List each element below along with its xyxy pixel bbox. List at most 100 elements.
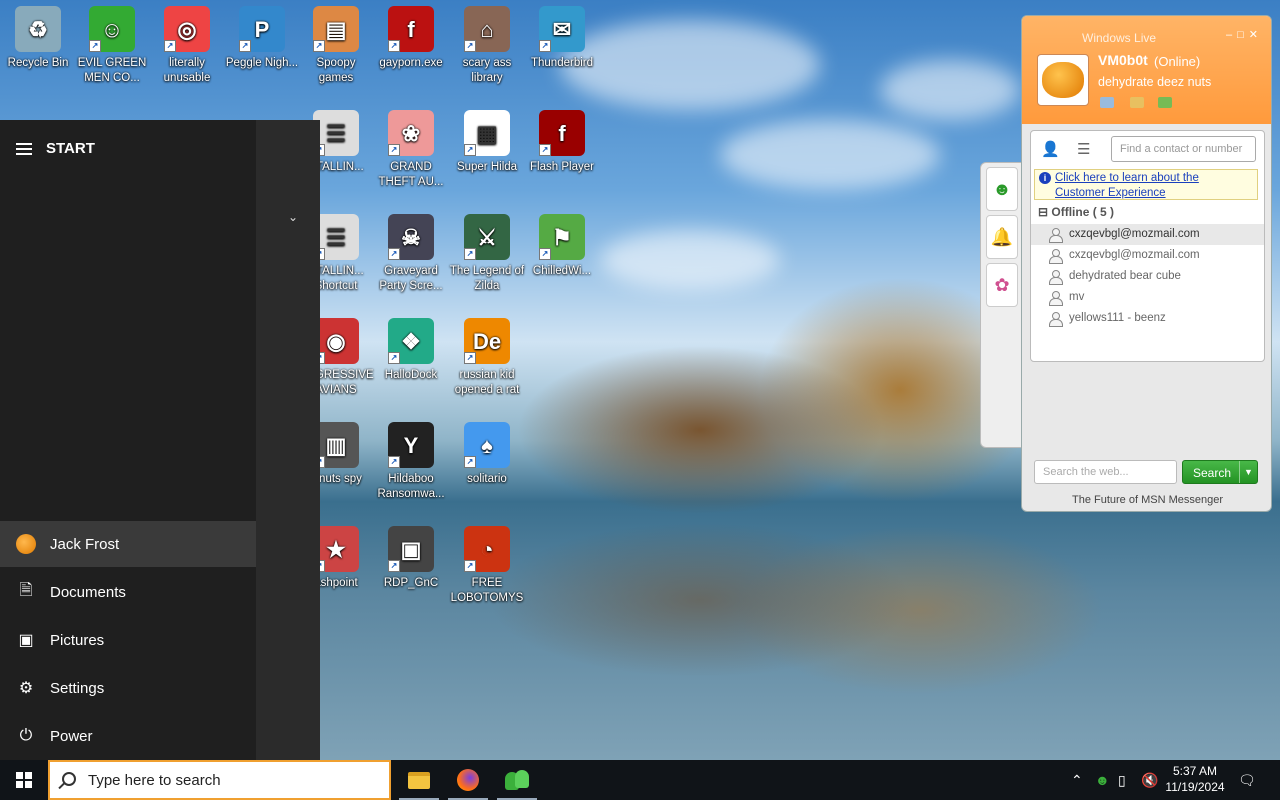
desktop-shortcut[interactable]: ☺ ↗ EVIL GREEN MEN CO... [74, 6, 150, 86]
shortcut-arrow-icon: ↗ [539, 40, 551, 52]
desktop-shortcut[interactable]: ☠ ↗ Graveyard Party Scre... [373, 214, 449, 294]
file-explorer-icon[interactable] [395, 760, 443, 800]
power-icon: ⏻ [19, 727, 33, 744]
peggle-icon: P ↗ [239, 6, 285, 52]
volume-muted-icon[interactable]: 🔇 [1141, 760, 1158, 800]
contact-list-panel: 👤 ☰ Find a contact or number i Click her… [1030, 130, 1265, 362]
search-dropdown-icon[interactable]: ▼ [1239, 461, 1257, 483]
info-link-text[interactable]: Click here to learn about the Customer E… [1055, 172, 1199, 199]
desktop-shortcut[interactable]: Y ↗ Hildaboo Ransomwa... [373, 422, 449, 502]
start-item-settings[interactable]: ⚙ Settings [0, 665, 256, 711]
search-button-label: Search [1193, 466, 1232, 480]
shortcut-arrow-icon: ↗ [464, 144, 476, 156]
show-hidden-icons-chevron-icon[interactable]: ⌃ [1071, 760, 1083, 800]
desktop-shortcut-label: EVIL GREEN MEN CO... [77, 57, 147, 84]
shortcut-arrow-icon: ↗ [388, 144, 400, 156]
desktop-shortcut[interactable]: ⚔ ↗ The Legend of Zilda [449, 214, 525, 294]
user-avatar-icon [16, 534, 36, 554]
display-picture[interactable] [1037, 54, 1089, 106]
contact-item[interactable]: cxzqevbgl@mozmail.com [1031, 245, 1264, 266]
gauge-icon: ◔ ↗ [464, 526, 510, 572]
spaces-tab-icon[interactable]: ✿ [986, 263, 1018, 307]
desktop-shortcut[interactable]: ⚑ ↗ ChilledWi... [524, 214, 600, 279]
msn-header: Windows Live –□✕ VM0b0t (Online) dehydra… [1022, 16, 1271, 124]
offline-group-header[interactable]: ⊟ Offline ( 5 ) [1038, 205, 1114, 219]
personal-message[interactable]: dehydrate deez nuts [1098, 75, 1211, 89]
contact-person-icon [1049, 270, 1063, 285]
desktop-shortcut[interactable]: ◎ ↗ literally unusable [149, 6, 225, 86]
document-icon: 🗎 [19, 581, 33, 599]
contact-item[interactable]: cxzqevbgl@mozmail.com [1031, 224, 1264, 245]
contact-item[interactable]: yellows111 - beenz [1031, 308, 1264, 329]
desktop-shortcut[interactable]: ▣ ↗ RDP_GnC [373, 526, 449, 591]
desktop-shortcut[interactable]: ◔ ↗ FREE LOBOTOMYS [449, 526, 525, 606]
windows-live-icon[interactable] [1158, 97, 1172, 108]
start-item-documents[interactable]: 🗎 Documents [0, 569, 256, 615]
hamburger-menu-icon[interactable] [16, 142, 32, 155]
desktop-shortcut[interactable]: ▦ ↗ Super Hilda [449, 110, 525, 175]
taskbar-clock[interactable]: 5:37 AM 11/19/2024 [1160, 763, 1230, 795]
add-contact-icon[interactable]: 👤 [1041, 140, 1060, 158]
network-icon[interactable]: ▯ [1118, 760, 1126, 800]
shortcut-arrow-icon: ↗ [313, 40, 325, 52]
desktop-shortcut-label: Thunderbird [530, 57, 593, 69]
start-item-user[interactable]: Jack Frost [0, 521, 256, 567]
start-item-pictures[interactable]: ▣ Pictures [0, 617, 256, 663]
desktop-shortcut[interactable]: ✉ ↗ Thunderbird [524, 6, 600, 71]
alerts-tab-icon[interactable]: 🔔 [986, 215, 1018, 259]
taskbar: Type here to search ⌃ ☻ ▯ 🔇 5:37 AM 11/1… [0, 760, 1280, 800]
notifications-icon[interactable]: 🗨 [1238, 760, 1256, 800]
list-options-icon[interactable]: ☰ [1077, 140, 1090, 158]
firefox-icon[interactable] [444, 760, 492, 800]
customer-experience-link[interactable]: i Click here to learn about the Customer… [1034, 169, 1258, 200]
start-menu-header[interactable]: START [16, 140, 95, 157]
msn-men-icon: ☺ ↗ [89, 6, 135, 52]
folder-icon: ▤ ↗ [313, 6, 359, 52]
desktop-shortcut[interactable]: ⌂ ↗ scary ass library [449, 6, 525, 86]
desktop-shortcut[interactable]: f ↗ Flash Player [524, 110, 600, 175]
msn-side-panel: ☻ 🔔 ✿ [980, 162, 1022, 448]
start-button[interactable] [0, 760, 48, 800]
chevron-down-icon[interactable]: ⌄ [288, 210, 298, 224]
window-controls[interactable]: –□✕ [1226, 28, 1263, 41]
msn-status[interactable]: (Online) [1154, 54, 1200, 69]
start-item-label: Settings [50, 679, 105, 697]
taskbar-search-input[interactable]: Type here to search [48, 760, 391, 800]
desktop-shortcut[interactable]: ▤ ↗ Spoopy games [298, 6, 374, 86]
find-contact-input[interactable]: Find a contact or number [1111, 136, 1256, 162]
contact-item[interactable]: dehydrated bear cube [1031, 266, 1264, 287]
desktop-shortcut[interactable]: ♻ Recycle Bin [0, 6, 76, 71]
desktop-shortcut[interactable]: f ↗ gayporn.exe [373, 6, 449, 71]
desktop-shortcut[interactable]: De ↗ russian kid opened a rat [449, 318, 525, 398]
desktop-shortcut-label: solitario [467, 473, 507, 485]
web-search-input[interactable]: Search the web... [1034, 460, 1177, 484]
folder-icon[interactable] [1130, 97, 1144, 108]
desktop-shortcut[interactable]: ❖ ↗ HalloDock [373, 318, 449, 383]
mail-icon[interactable] [1100, 97, 1114, 108]
desktop-shortcut-label: Peggle Nigh... [225, 57, 299, 69]
desktop-shortcut-label: Recycle Bin [7, 57, 69, 69]
zilda-icon: ⚔ ↗ [464, 214, 510, 260]
shortcut-arrow-icon: ↗ [388, 248, 400, 260]
gear-icon: ⚙ [18, 680, 34, 697]
start-item-power[interactable]: ⏻ Power [0, 713, 256, 759]
msn-tray-icon[interactable]: ☻ [1095, 760, 1110, 800]
search-icon [62, 772, 76, 786]
desktop-shortcut-label: scary ass library [462, 57, 512, 84]
desktop-shortcut[interactable]: P ↗ Peggle Nigh... [224, 6, 300, 71]
desktop-shortcut-label: Flash Player [530, 161, 594, 173]
desktop-shortcut-label: literally unusable [163, 57, 211, 84]
msn-user-name[interactable]: VM0b0t [1098, 52, 1148, 68]
web-search-button[interactable]: Search ▼ [1182, 460, 1258, 484]
desktop-shortcut-label: GRAND THEFT AU... [378, 161, 444, 188]
msn-messenger-icon[interactable] [493, 760, 541, 800]
desktop-shortcut[interactable]: ❀ ↗ GRAND THEFT AU... [373, 110, 449, 190]
start-item-label: Power [50, 727, 93, 745]
contacts-tab-icon[interactable]: ☻ [986, 167, 1018, 211]
contact-item[interactable]: mv [1031, 287, 1264, 308]
desktop-shortcut-label: FREE LOBOTOMYS [450, 577, 524, 604]
shortcut-arrow-icon: ↗ [89, 40, 101, 52]
desktop-shortcut[interactable]: ♠ ↗ solitario [449, 422, 525, 487]
shortcut-arrow-icon: ↗ [539, 144, 551, 156]
shortcut-arrow-icon: ↗ [464, 352, 476, 364]
